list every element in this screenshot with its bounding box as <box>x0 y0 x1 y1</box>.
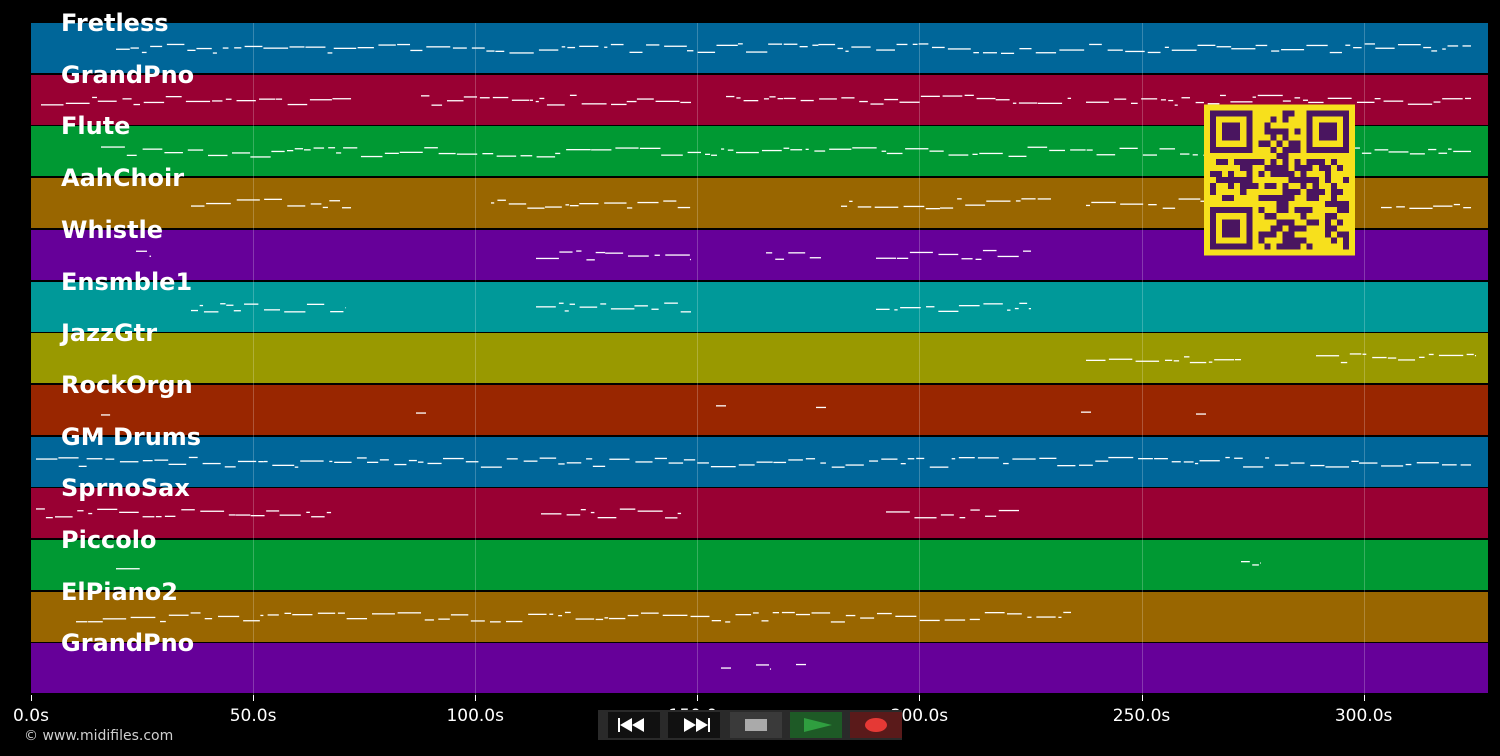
copyright-text: © www.midifiles.com <box>24 728 174 744</box>
tick-mark <box>31 695 32 701</box>
tick-label: 0.0s <box>13 706 49 726</box>
qr-code-icon[interactable] <box>1204 104 1355 256</box>
record-button[interactable] <box>850 712 902 738</box>
gridline <box>697 23 699 695</box>
fast-forward-icon <box>684 718 710 732</box>
tick-mark <box>1141 695 1143 701</box>
tick-label: 250.0s <box>1112 706 1171 726</box>
track-label: AahChoir <box>61 164 185 193</box>
transport-controls <box>598 710 902 740</box>
gridline <box>475 23 477 695</box>
track-band <box>31 384 1488 435</box>
track-label: GrandPno <box>61 629 195 658</box>
track-label: GM Drums <box>61 422 202 451</box>
tick-mark <box>919 695 921 701</box>
gridline <box>253 23 255 695</box>
gridline <box>1141 23 1143 695</box>
gridline <box>1363 23 1365 695</box>
gridline <box>919 23 921 695</box>
track-band <box>31 540 1488 590</box>
track-label: ElPiano2 <box>61 577 178 606</box>
tick-label: 50.0s <box>229 706 277 726</box>
play-button[interactable] <box>790 712 842 738</box>
track-band <box>31 333 1488 384</box>
rewind-icon <box>618 718 644 732</box>
tick-label: 100.0s <box>446 706 504 726</box>
stop-icon <box>745 719 767 731</box>
track-band <box>31 643 1488 694</box>
record-icon <box>865 718 887 732</box>
stop-button[interactable] <box>730 712 782 738</box>
track-band <box>31 488 1488 539</box>
track-label: JazzGtr <box>61 319 158 348</box>
play-icon <box>804 718 832 732</box>
track-band <box>31 591 1488 642</box>
tick-label: 300.0s <box>1334 706 1393 726</box>
fast-forward-button[interactable] <box>668 712 720 738</box>
track-label: Piccolo <box>61 526 157 554</box>
rewind-button[interactable] <box>608 712 660 738</box>
tick-mark <box>1363 695 1365 701</box>
track-label: RockOrgn <box>61 370 193 399</box>
track-band <box>31 436 1488 487</box>
track-band <box>31 281 1488 332</box>
tick-mark <box>253 695 255 701</box>
track-label: Ensmble1 <box>61 267 193 296</box>
track-label: Flute <box>61 112 131 141</box>
track-label: Fretless <box>61 9 169 37</box>
track-label: GrandPno <box>61 60 195 89</box>
track-label: Whistle <box>61 215 164 244</box>
tick-mark <box>475 695 477 701</box>
track-band <box>31 23 1488 73</box>
tick-mark <box>697 695 699 701</box>
track-label: SprnoSax <box>61 474 190 503</box>
